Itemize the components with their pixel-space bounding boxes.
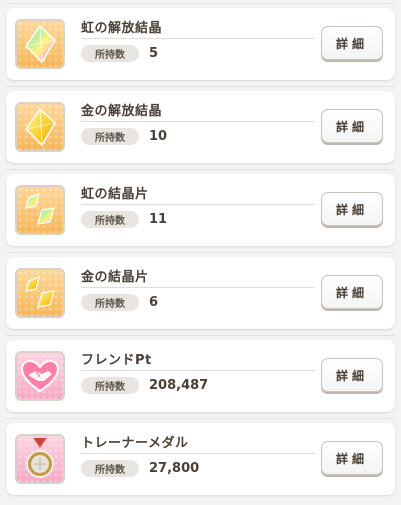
item-name: 金の解放結晶 xyxy=(81,104,163,119)
owned-count: 5 xyxy=(149,46,159,61)
divider xyxy=(81,204,315,205)
item-name: 金の結晶片 xyxy=(81,270,149,285)
detail-button[interactable]: 詳細 xyxy=(321,358,383,392)
owned-count: 6 xyxy=(149,295,159,310)
divider xyxy=(81,38,315,39)
owned-label: 所持数 xyxy=(81,211,139,228)
item-name: フレンドPt xyxy=(81,353,152,368)
owned-count: 27,800 xyxy=(149,461,200,476)
list-item-rainbow-release-crystal: 虹の解放結晶 所持数 5 詳細 xyxy=(6,3,395,80)
detail-button[interactable]: 詳細 xyxy=(321,192,383,226)
detail-button[interactable]: 詳細 xyxy=(321,109,383,143)
list-item-gold-release-crystal: 金の解放結晶 所持数 10 詳細 xyxy=(6,86,395,163)
owned-count: 10 xyxy=(149,129,168,144)
item-name: 虹の解放結晶 xyxy=(81,21,163,36)
owned-count: 208,487 xyxy=(149,378,209,393)
owned-label: 所持数 xyxy=(81,460,139,477)
list-item-friend-points: フレンドPt 所持数 208,487 詳細 xyxy=(6,335,395,412)
owned-label: 所持数 xyxy=(81,128,139,145)
item-name: 虹の結晶片 xyxy=(81,187,149,202)
list-item-rainbow-crystal-shard: 虹の結晶片 所持数 11 詳細 xyxy=(6,169,395,246)
divider xyxy=(81,121,315,122)
owned-count: 11 xyxy=(149,212,168,227)
gold-shard-icon xyxy=(15,268,65,318)
gold-crystal-icon xyxy=(15,102,65,152)
detail-button[interactable]: 詳細 xyxy=(321,26,383,60)
handshake-icon xyxy=(15,351,65,401)
divider xyxy=(81,370,315,371)
detail-button[interactable]: 詳細 xyxy=(321,441,383,475)
divider xyxy=(81,453,315,454)
owned-label: 所持数 xyxy=(81,45,139,62)
medal-icon xyxy=(15,434,65,484)
owned-label: 所持数 xyxy=(81,377,139,394)
divider xyxy=(81,287,315,288)
list-item-gold-crystal-shard: 金の結晶片 所持数 6 詳細 xyxy=(6,252,395,329)
owned-label: 所持数 xyxy=(81,294,139,311)
detail-button[interactable]: 詳細 xyxy=(321,275,383,309)
item-list: 虹の解放結晶 所持数 5 詳細 金の解放結晶 所持数 10 詳細 虹の結晶片 所… xyxy=(0,0,401,505)
rainbow-crystal-icon xyxy=(15,19,65,69)
rainbow-shard-icon xyxy=(15,185,65,235)
item-name: トレーナーメダル xyxy=(81,436,189,451)
list-item-trainer-medal: トレーナーメダル 所持数 27,800 詳細 xyxy=(6,418,395,495)
